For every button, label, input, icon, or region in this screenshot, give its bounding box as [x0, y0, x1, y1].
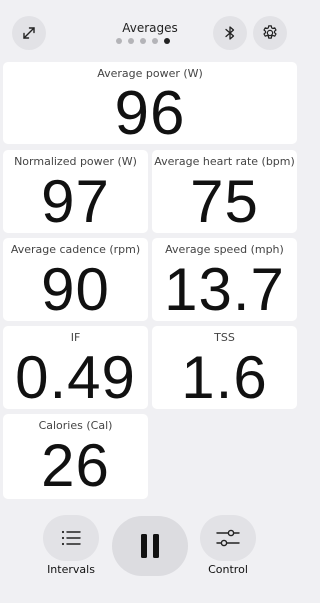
sliders-icon [216, 529, 240, 547]
gear-icon [263, 25, 277, 39]
top-bar: Averages [0, 0, 300, 60]
intervals-label: Intervals [47, 563, 95, 576]
metric-value: 0.49 [15, 344, 136, 411]
settings-button[interactable] [253, 16, 287, 50]
page-dot[interactable] [128, 38, 134, 44]
list-icon [61, 530, 81, 546]
pause-button[interactable] [112, 516, 188, 576]
metric-card-average-power[interactable]: Average power (W) 96 [3, 62, 297, 148]
metric-card-average-cadence[interactable]: Average cadence (rpm) 90 [3, 238, 148, 323]
page-dot-active[interactable] [164, 38, 170, 44]
metric-value: 96 [114, 79, 186, 148]
metric-card-normalized-power[interactable]: Normalized power (W) 97 [3, 150, 148, 235]
control-label: Control [208, 563, 248, 576]
pause-icon [141, 534, 159, 558]
bluetooth-button[interactable] [213, 16, 247, 50]
metric-value: 1.6 [181, 344, 268, 411]
metric-value: 13.7 [164, 256, 285, 323]
metric-value: 26 [41, 432, 110, 499]
metric-value: 75 [190, 168, 259, 235]
page-dot[interactable] [116, 38, 122, 44]
control-button[interactable] [200, 515, 256, 561]
metric-card-average-speed[interactable]: Average speed (mph) 13.7 [152, 238, 297, 323]
intervals-button[interactable] [43, 515, 99, 561]
metric-value: 97 [41, 168, 110, 235]
page-dot[interactable] [152, 38, 158, 44]
metric-card-if[interactable]: IF 0.49 [3, 326, 148, 411]
metric-card-average-heart-rate[interactable]: Average heart rate (bpm) 75 [152, 150, 297, 235]
page-indicator[interactable] [116, 38, 170, 44]
page-dot[interactable] [140, 38, 146, 44]
metric-card-calories[interactable]: Calories (Cal) 26 [3, 414, 148, 499]
metric-value: 90 [41, 256, 110, 323]
bluetooth-icon [225, 26, 235, 40]
metric-card-tss[interactable]: TSS 1.6 [152, 326, 297, 411]
